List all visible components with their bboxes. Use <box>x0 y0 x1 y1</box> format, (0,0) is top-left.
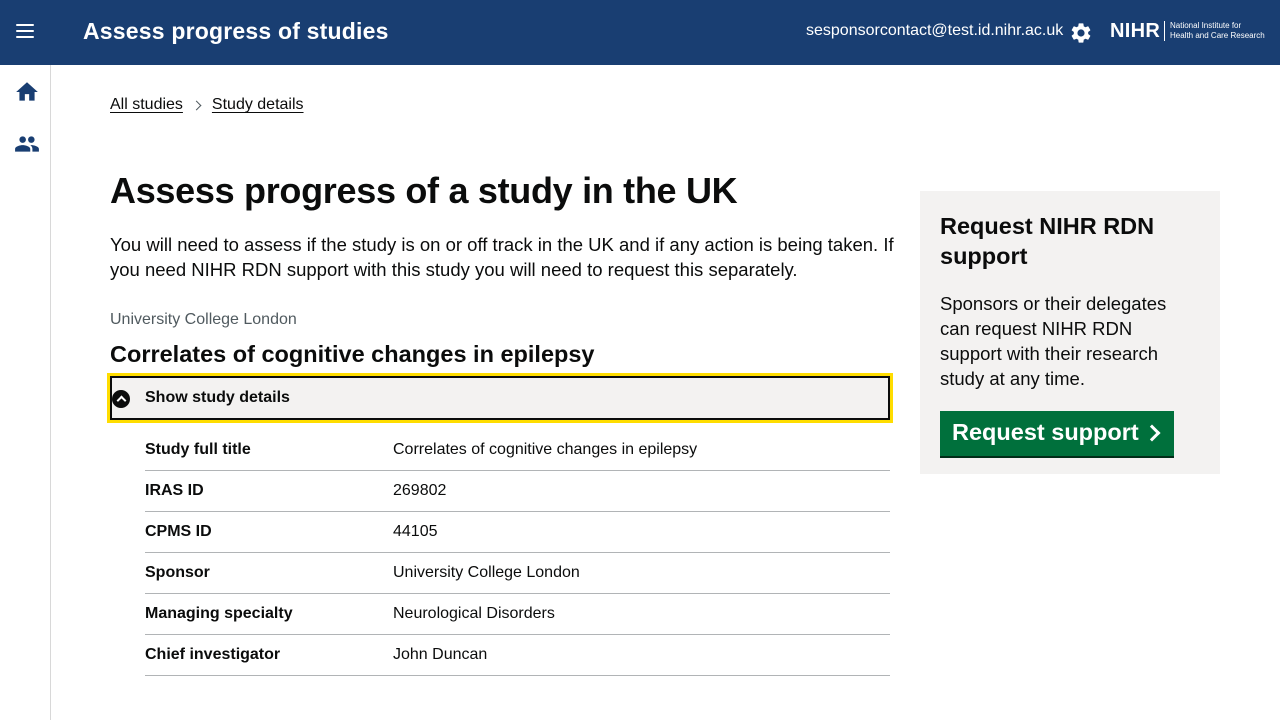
breadcrumb-all-studies[interactable]: All studies <box>110 96 183 114</box>
menu-icon[interactable] <box>16 24 38 42</box>
summary-row: Sponsor University College London <box>145 553 890 594</box>
logo-subtitle-line2: Health and Care Research <box>1170 30 1265 40</box>
study-details-list: Study full title Correlates of cognitive… <box>145 430 890 676</box>
breadcrumb: All studies Study details <box>110 96 304 114</box>
summary-row: IRAS ID 269802 <box>145 471 890 512</box>
summary-row: Chief investigator John Duncan <box>145 635 890 676</box>
request-support-panel: Request NIHR RDN support Sponsors or the… <box>920 191 1220 474</box>
summary-value: Correlates of cognitive changes in epile… <box>393 441 698 458</box>
summary-key: Chief investigator <box>145 646 281 663</box>
panel-text: Sponsors or their delegates can request … <box>940 293 1167 389</box>
breadcrumb-chevron-icon <box>191 100 202 110</box>
gear-icon[interactable] <box>1069 21 1093 45</box>
chevron-up-circle-icon <box>112 390 130 408</box>
intro-text: You will need to assess if the study is … <box>110 234 894 280</box>
summary-row: Study full title Correlates of cognitive… <box>145 430 890 471</box>
home-icon[interactable] <box>14 79 40 105</box>
logo-subtitle: National Institute for Health and Care R… <box>1170 21 1265 40</box>
page-title: Assess progress of a study in the UK <box>110 170 738 211</box>
chevron-right-icon <box>1143 424 1161 442</box>
summary-value: University College London <box>393 564 580 581</box>
user-email: sesponsorcontact@test.id.nihr.ac.uk <box>806 22 1064 39</box>
logo-text: NIHR <box>1110 20 1161 42</box>
summary-row: CPMS ID 44105 <box>145 512 890 553</box>
summary-value: 269802 <box>393 482 447 499</box>
study-title: Correlates of cognitive changes in epile… <box>110 341 595 367</box>
logo-subtitle-line1: National Institute for <box>1170 21 1242 30</box>
request-support-button[interactable]: Request support <box>940 411 1174 456</box>
summary-key: Study full title <box>145 441 251 458</box>
toggle-label: Show study details <box>145 389 290 406</box>
summary-value: Neurological Disorders <box>393 605 555 622</box>
app-header: Assess progress of studies sesponsorcont… <box>0 0 1280 65</box>
summary-key: Managing specialty <box>145 605 293 622</box>
breadcrumb-study-details[interactable]: Study details <box>212 96 304 114</box>
people-icon[interactable] <box>14 131 40 157</box>
organisation-caption: University College London <box>110 311 297 328</box>
summary-key: Sponsor <box>145 564 210 581</box>
summary-key: CPMS ID <box>145 523 212 540</box>
summary-key: IRAS ID <box>145 482 204 499</box>
summary-row: Managing specialty Neurological Disorder… <box>145 594 890 635</box>
button-label: Request support <box>952 419 1139 445</box>
summary-value: 44105 <box>393 523 438 540</box>
panel-title: Request NIHR RDN support <box>940 213 1155 269</box>
logo-divider <box>1164 21 1165 41</box>
app-title[interactable]: Assess progress of studies <box>83 18 389 45</box>
summary-value: John Duncan <box>393 646 488 663</box>
show-study-details-toggle[interactable]: Show study details <box>107 373 893 423</box>
side-navigation <box>0 65 51 720</box>
